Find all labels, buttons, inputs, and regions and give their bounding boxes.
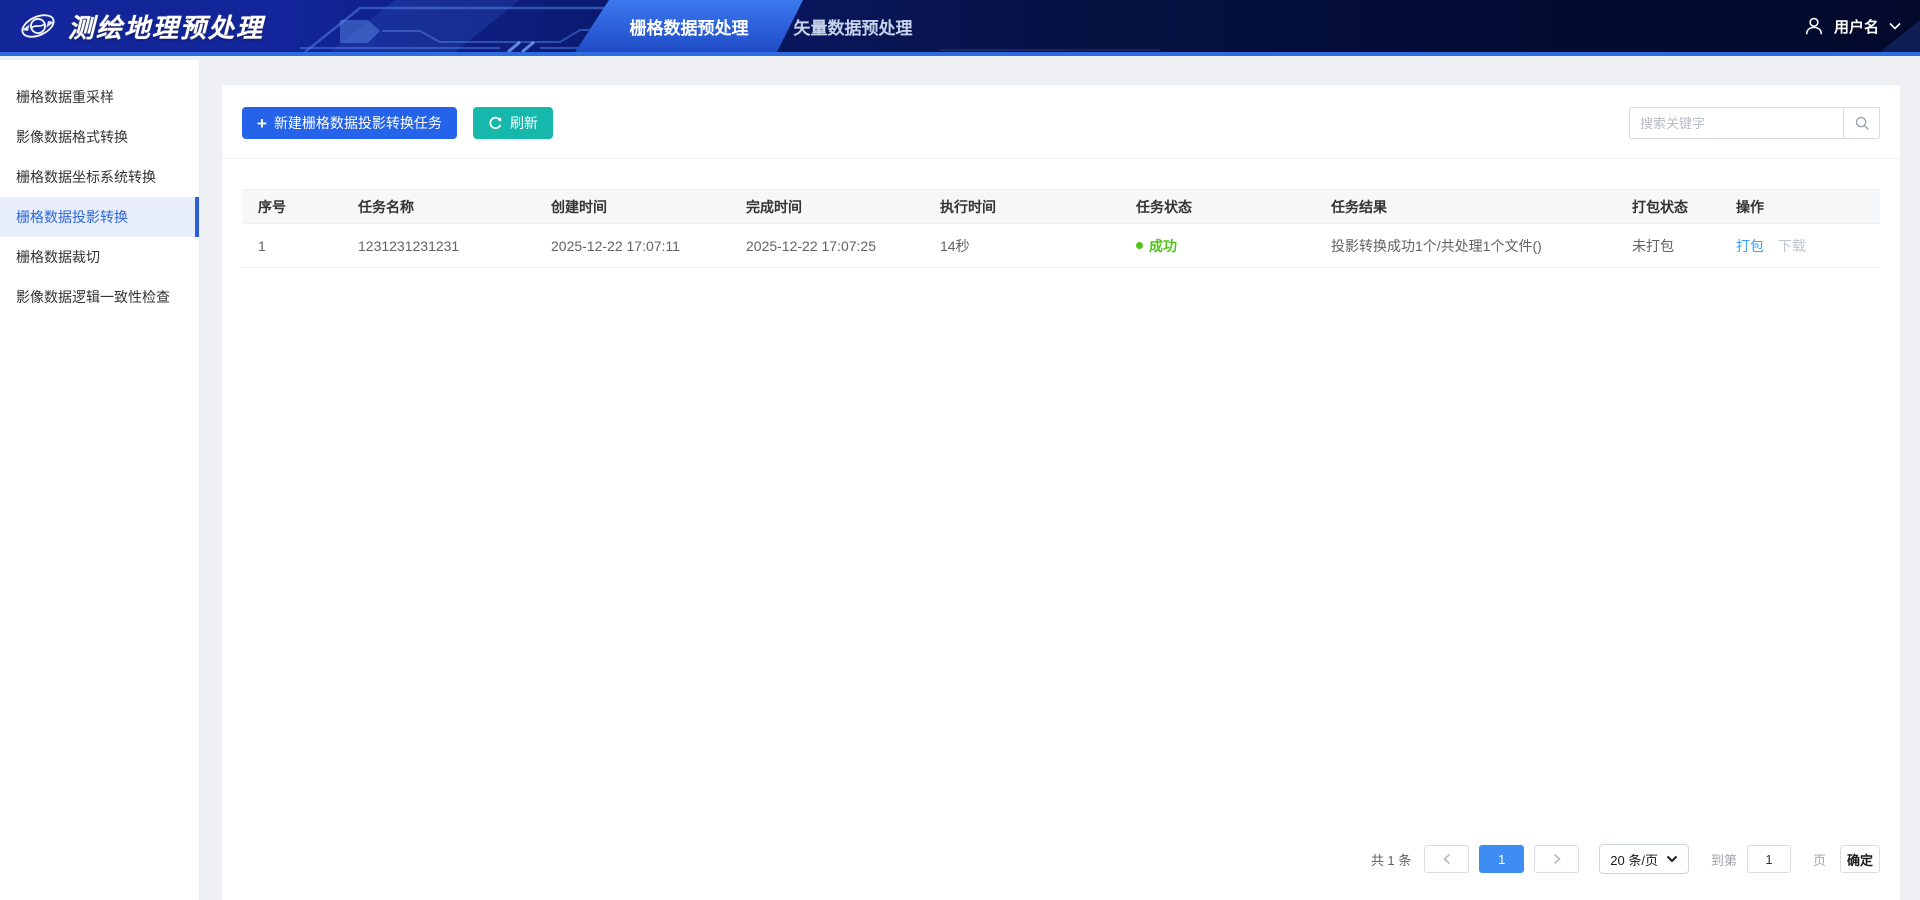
page-number-button[interactable]: 1 [1479,845,1524,873]
select-chevron-down-icon [1666,855,1678,863]
search-box [1629,107,1880,139]
sidebar-item-raster-coord-convert[interactable]: 栅格数据坐标系统转换 [0,157,199,197]
search-input[interactable] [1629,107,1843,139]
app-logo-icon [18,6,58,46]
cell-index: 1 [242,224,342,268]
cell-duration: 14秒 [924,224,1120,268]
refresh-button[interactable]: 刷新 [473,107,553,139]
task-table: 序号 任务名称 创建时间 完成时间 执行时间 任务状态 任务结果 打包状态 操作… [242,189,1880,268]
status-text: 成功 [1149,236,1177,256]
toolbar: + 新建栅格数据投影转换任务 刷新 [242,107,1880,139]
empty-space [222,268,1900,844]
sidebar-item-image-logic-check[interactable]: 影像数据逻辑一致性检查 [0,277,199,317]
sidebar-item-image-format-convert[interactable]: 影像数据格式转换 [0,117,199,157]
chevron-right-icon [1552,853,1562,865]
col-task-name: 任务名称 [342,190,535,224]
search-button[interactable] [1843,107,1880,139]
col-actions: 操作 [1720,190,1880,224]
page-size-label: 20 条/页 [1610,850,1658,869]
search-icon [1854,115,1870,131]
col-index: 序号 [242,190,342,224]
new-task-button[interactable]: + 新建栅格数据投影转换任务 [242,107,457,139]
col-package-status: 打包状态 [1616,190,1720,224]
next-page-button[interactable] [1534,845,1579,873]
sidebar-item-raster-clip[interactable]: 栅格数据裁切 [0,237,199,277]
cell-actions: 打包 下载 [1720,224,1880,268]
plus-icon: + [257,115,267,132]
pagination: 共 1 条 1 20 条/页 到第 页 确定 [242,844,1880,874]
task-table-wrap: 序号 任务名称 创建时间 完成时间 执行时间 任务状态 任务结果 打包状态 操作… [242,189,1880,268]
new-task-button-label: 新建栅格数据投影转换任务 [274,113,442,133]
toolbar-divider [222,158,1900,159]
status-dot-icon [1136,242,1143,249]
app-title: 测绘地理预处理 [68,8,264,45]
user-menu[interactable]: 用户名 [1803,0,1902,52]
pagination-total: 共 1 条 [1371,850,1411,869]
header-circuit-decoration [0,0,1920,52]
sidebar: 栅格数据重采样 影像数据格式转换 栅格数据坐标系统转换 栅格数据投影转换 栅格数… [0,60,200,900]
chevron-down-icon [1888,21,1902,31]
cell-finished-at: 2025-12-22 17:07:25 [730,224,924,268]
tab-label: 矢量数据预处理 [794,14,913,39]
col-created-at: 创建时间 [535,190,730,224]
col-duration: 执行时间 [924,190,1120,224]
table-header-row: 序号 任务名称 创建时间 完成时间 执行时间 任务状态 任务结果 打包状态 操作 [242,190,1880,224]
prev-page-button[interactable] [1424,845,1469,873]
tab-raster-preprocessing[interactable]: 栅格数据预处理 [575,0,803,52]
cell-status: 成功 [1120,224,1315,268]
user-name: 用户名 [1834,16,1879,37]
page-size-select[interactable]: 20 条/页 [1599,844,1689,874]
col-result: 任务结果 [1315,190,1616,224]
content-card: + 新建栅格数据投影转换任务 刷新 [222,85,1900,900]
goto-page-input[interactable] [1747,845,1791,873]
goto-page-prefix: 到第 [1711,850,1737,869]
goto-confirm-button[interactable]: 确定 [1840,845,1880,873]
refresh-button-label: 刷新 [510,113,538,133]
tab-vector-preprocessing[interactable]: 矢量数据预处理 [788,0,918,52]
col-finished-at: 完成时间 [730,190,924,224]
sidebar-item-raster-resample[interactable]: 栅格数据重采样 [0,77,199,117]
sidebar-item-raster-projection-convert[interactable]: 栅格数据投影转换 [0,197,199,237]
table-row: 1 1231231231231 2025-12-22 17:07:11 2025… [242,224,1880,268]
chevron-left-icon [1442,853,1452,865]
goto-page-suffix: 页 [1813,850,1826,869]
cell-task-name: 1231231231231 [342,224,535,268]
refresh-icon [488,116,503,131]
user-icon [1803,15,1825,37]
cell-created-at: 2025-12-22 17:07:11 [535,224,730,268]
app-header: 测绘地理预处理 栅格数据预处理 矢量数据预处理 用户名 [0,0,1920,56]
cell-package-status: 未打包 [1616,224,1720,268]
cell-result: 投影转换成功1个/共处理1个文件() [1315,224,1616,268]
brand: 测绘地理预处理 [18,0,264,52]
download-action-link[interactable]: 下载 [1778,238,1806,254]
package-action-link[interactable]: 打包 [1736,238,1764,254]
col-status: 任务状态 [1120,190,1315,224]
tab-label: 栅格数据预处理 [630,14,749,39]
